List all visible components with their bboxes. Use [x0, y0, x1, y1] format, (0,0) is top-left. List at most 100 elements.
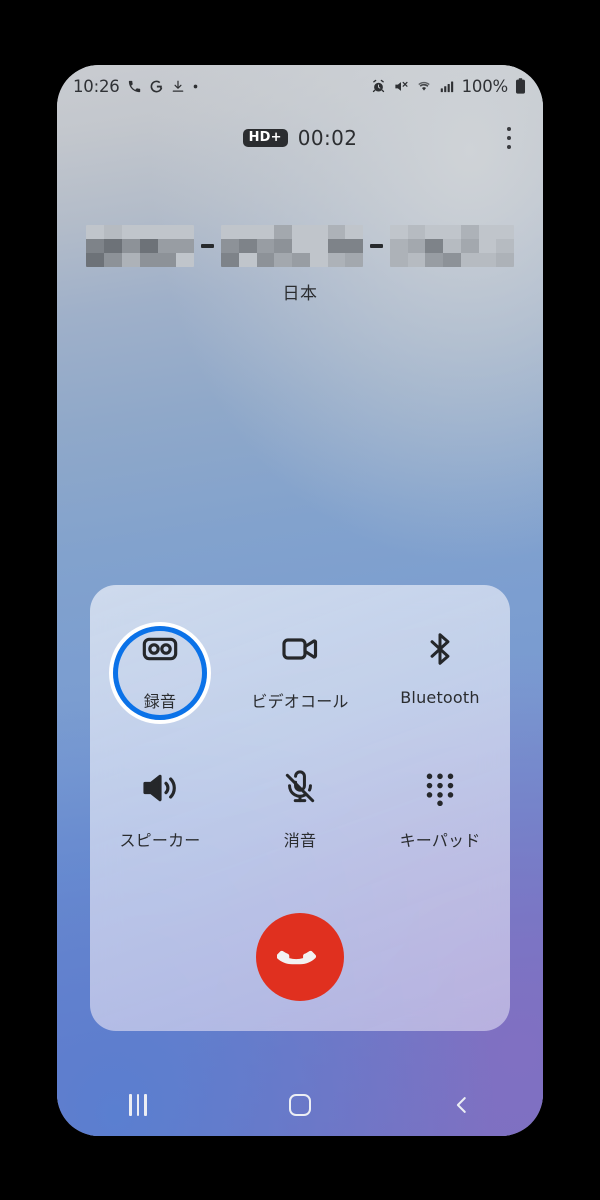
pixelation-cell: [407, 225, 426, 239]
pixelation-cell: [122, 225, 140, 239]
pixelation-row: [221, 225, 363, 239]
nav-back-button[interactable]: [427, 1082, 497, 1128]
pixelation-cell: [274, 239, 292, 253]
pixelation-cell: [256, 239, 275, 253]
pixelation-cell: [390, 239, 408, 253]
status-bar-left: 10:26: [73, 77, 199, 96]
pixelation-cell: [425, 225, 444, 239]
call-button-mute[interactable]: 消音: [230, 750, 370, 874]
pixelation-cell: [345, 253, 363, 267]
pixelation-cell: [86, 253, 104, 267]
pixelation-row: [86, 239, 194, 253]
pixelation-cell: [460, 253, 479, 267]
call-button-speaker[interactable]: スピーカー: [90, 750, 230, 874]
number-separator-dash: [201, 244, 214, 248]
phone-screen: 10:26 100% HD+ 00:02 日本 録音 ビデオコール Blueto…: [57, 65, 543, 1136]
call-button-video-call[interactable]: ビデオコール: [230, 611, 370, 735]
caller-number-redacted: [57, 225, 543, 267]
pixelation-cell: [221, 253, 239, 267]
call-controls-panel: 録音 ビデオコール Bluetooth スピーカー 消音 キーパッド: [90, 585, 510, 1031]
pixelation-cell: [460, 239, 479, 253]
volume-mute-icon: [395, 81, 408, 91]
pixelation-cell: [292, 253, 310, 267]
dot-icon: [193, 84, 197, 88]
alarm-icon: [372, 79, 384, 92]
call-button-record[interactable]: 録音: [90, 611, 230, 735]
pixelation-cell: [86, 239, 104, 253]
more-dot: [506, 135, 512, 141]
caller-info: 日本: [57, 225, 543, 304]
keypad-icon: [414, 762, 466, 814]
pixelation-row: [390, 225, 514, 239]
call-button-bluetooth[interactable]: Bluetooth: [370, 611, 510, 735]
pixelation-cell: [176, 253, 194, 267]
pixelation-cell: [140, 225, 158, 239]
pixelation-cell: [460, 225, 479, 239]
pixelation-cell: [327, 239, 346, 253]
nav-home-button[interactable]: [265, 1082, 335, 1128]
call-button-label: スピーカー: [119, 831, 201, 850]
call-button-keypad[interactable]: キーパッド: [370, 750, 510, 874]
pixelation-cell: [327, 225, 346, 239]
pixelation-cell: [390, 253, 408, 267]
more-vertical-icon[interactable]: [493, 120, 525, 156]
pixelation-cell: [478, 239, 497, 253]
pixelation-cell: [158, 225, 176, 239]
pixelation-cell: [274, 253, 292, 267]
pixelation-cell: [221, 239, 239, 253]
pixelation-cell: [256, 225, 275, 239]
call-controls-grid: 録音 ビデオコール Bluetooth スピーカー 消音 キーパッド: [90, 611, 510, 874]
pixelation-cell: [292, 239, 310, 253]
pixelation-cell: [309, 225, 328, 239]
pixelation-cell: [478, 253, 497, 267]
google-g-icon: [150, 80, 162, 92]
status-bar: 10:26 100%: [57, 65, 543, 107]
pixelation-cell: [496, 225, 514, 239]
signal-bars-icon: [440, 81, 453, 92]
nav-recents-button[interactable]: [103, 1082, 173, 1128]
pixelation-cell: [345, 225, 363, 239]
pixelation-cell: [122, 239, 140, 253]
pixelation-cell: [140, 253, 158, 267]
pixelation-row: [86, 225, 194, 239]
home-icon: [289, 1094, 311, 1116]
download-icon: [172, 80, 183, 92]
redacted-number-part: [86, 225, 194, 267]
pixelation-cell: [407, 253, 426, 267]
speaker-icon: [134, 762, 186, 814]
pixelation-cell: [292, 225, 310, 239]
more-dot: [506, 144, 512, 150]
pixelation-cell: [443, 239, 461, 253]
bluetooth-icon: [414, 623, 466, 675]
navigation-bar: [57, 1074, 543, 1136]
battery-percent-label: 100%: [461, 76, 509, 96]
back-chevron-icon: [456, 1097, 466, 1113]
end-call-button[interactable]: [256, 913, 344, 1001]
pixelation-cell: [221, 225, 239, 239]
status-bar-clock: 10:26: [73, 76, 120, 96]
hd-timer-group: HD+ 00:02: [242, 126, 358, 150]
wifi-icon: [417, 81, 430, 91]
call-button-label: Bluetooth: [400, 688, 480, 707]
pixelation-row: [221, 253, 363, 267]
pixelation-cell: [104, 239, 122, 253]
pixelation-cell: [425, 239, 444, 253]
pixelation-row: [86, 253, 194, 267]
pixelation-cell: [104, 253, 122, 267]
status-bar-right: 100%: [371, 77, 526, 96]
recents-icon: [129, 1094, 147, 1116]
pixelation-cell: [176, 239, 194, 253]
pixelation-cell: [443, 225, 461, 239]
pixelation-cell: [176, 225, 194, 239]
redacted-number-part: [390, 225, 514, 267]
pixelation-row: [390, 239, 514, 253]
end-call-icon: [277, 950, 317, 965]
pixelation-cell: [158, 253, 176, 267]
redacted-number-part: [221, 225, 363, 267]
pixelation-cell: [274, 225, 292, 239]
pixelation-row: [390, 253, 514, 267]
phone-call-icon: [128, 80, 140, 92]
pixelation-cell: [86, 225, 104, 239]
hd-plus-badge: HD+: [242, 129, 288, 147]
pixelation-cell: [327, 253, 346, 267]
